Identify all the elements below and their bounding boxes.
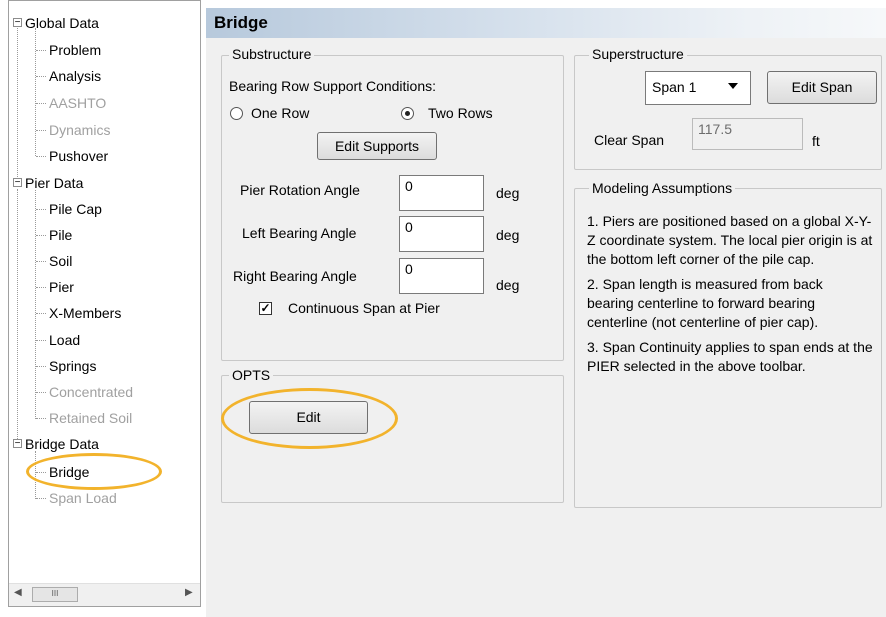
deg-unit: deg: [496, 185, 520, 201]
tree-item-load[interactable]: Load: [49, 331, 80, 349]
tree-item-concentrated[interactable]: Concentrated: [49, 383, 133, 401]
highlight-ring: [221, 388, 398, 449]
modeling-notes: 1. Piers are positioned based on a globa…: [587, 212, 873, 382]
collapse-icon[interactable]: −: [13, 178, 22, 188]
clear-span-field: 117.5: [692, 118, 803, 150]
tree-item-x-members[interactable]: X-Members: [49, 304, 121, 322]
tree-item-pile-cap[interactable]: Pile Cap: [49, 200, 102, 218]
tree-item-pile[interactable]: Pile: [49, 226, 72, 244]
tree-item-bridge-data[interactable]: Bridge Data: [25, 435, 99, 453]
two-rows-radio[interactable]: [401, 107, 414, 120]
bearing-row-label: Bearing Row Support Conditions:: [229, 78, 437, 94]
right-bearing-field[interactable]: 0: [399, 258, 484, 294]
page-header: Bridge: [206, 8, 886, 38]
tree-item-analysis[interactable]: Analysis: [49, 67, 101, 85]
tree-item-dynamics[interactable]: Dynamics: [49, 121, 110, 139]
tree-item-soil[interactable]: Soil: [49, 252, 72, 270]
tree-item-pier-data[interactable]: Pier Data: [25, 174, 83, 192]
horizontal-scrollbar[interactable]: ◀ III ▶: [9, 583, 200, 606]
collapse-icon[interactable]: −: [13, 18, 22, 28]
tree-item-problem[interactable]: Problem: [49, 41, 101, 59]
clear-span-label: Clear Span: [594, 132, 665, 148]
superstructure-legend: Superstructure: [589, 46, 687, 62]
span-select-value: Span 1: [652, 79, 697, 95]
continuous-span-checkbox[interactable]: ✓: [259, 302, 272, 315]
scroll-right-icon[interactable]: ▶: [185, 587, 193, 598]
continuous-span-label[interactable]: Continuous Span at Pier: [288, 300, 440, 316]
substructure-legend: Substructure: [229, 46, 315, 62]
note-2: 2. Span length is measured from back bea…: [587, 276, 823, 330]
modeling-assumptions-legend: Modeling Assumptions: [589, 180, 736, 196]
navigation-tree[interactable]: − − − Global Data Problem Analysis AASHT…: [8, 0, 201, 607]
tree-item-span-load[interactable]: Span Load: [49, 489, 117, 507]
deg-unit: deg: [496, 277, 520, 293]
note-3: 3. Span Continuity applies to span ends …: [587, 339, 873, 374]
tree-item-retained-soil[interactable]: Retained Soil: [49, 409, 132, 427]
dropdown-arrow-icon[interactable]: [728, 83, 738, 89]
left-bearing-field[interactable]: 0: [399, 216, 484, 252]
tree-item-global-data[interactable]: Global Data: [25, 14, 99, 32]
pier-rotation-label: Pier Rotation Angle: [240, 182, 360, 198]
deg-unit: deg: [496, 227, 520, 243]
tree-item-pier[interactable]: Pier: [49, 278, 74, 296]
tree-item-aashto[interactable]: AASHTO: [49, 94, 106, 112]
tree-item-springs[interactable]: Springs: [49, 357, 96, 375]
edit-supports-button[interactable]: Edit Supports: [317, 132, 437, 160]
two-rows-label[interactable]: Two Rows: [428, 105, 493, 121]
scrollbar-thumb[interactable]: III: [32, 587, 78, 602]
scroll-left-icon[interactable]: ◀: [14, 587, 22, 598]
page-title: Bridge: [214, 13, 268, 32]
right-bearing-label: Right Bearing Angle: [233, 268, 357, 284]
note-1: 1. Piers are positioned based on a globa…: [587, 213, 873, 267]
ft-unit: ft: [812, 133, 820, 149]
edit-span-button[interactable]: Edit Span: [767, 71, 877, 104]
opts-legend: OPTS: [229, 367, 274, 383]
content-panel: Substructure Bearing Row Support Conditi…: [206, 38, 886, 617]
left-bearing-label: Left Bearing Angle: [242, 225, 357, 241]
collapse-icon[interactable]: −: [13, 439, 22, 449]
highlight-ring: [26, 453, 162, 490]
pier-rotation-field[interactable]: 0: [399, 175, 484, 211]
tree-item-pushover[interactable]: Pushover: [49, 147, 108, 165]
one-row-radio[interactable]: [230, 107, 243, 120]
one-row-label[interactable]: One Row: [251, 105, 309, 121]
